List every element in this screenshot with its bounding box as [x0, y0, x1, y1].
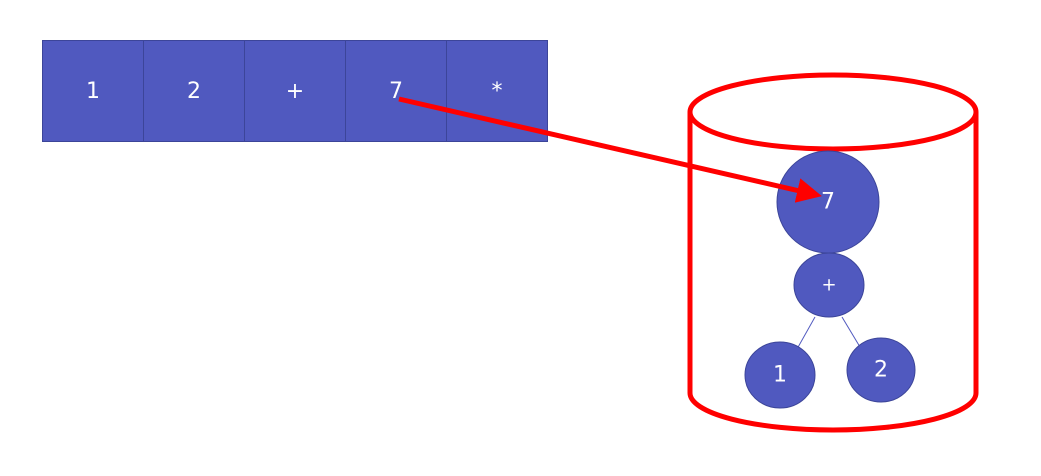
stack-node-top-label: 7 — [821, 190, 835, 215]
tree-edge-left — [796, 316, 816, 350]
stack-node-top: 7 — [776, 150, 880, 254]
tree-node-right-child: 2 — [846, 337, 916, 403]
tree-node-right-child-label: 2 — [874, 358, 888, 383]
tree-node-operator: + — [793, 252, 865, 318]
tree-node-operator-label: + — [821, 275, 836, 296]
stack-container-top — [687, 72, 979, 152]
stack-diagram: 7 + 1 2 — [398, 72, 979, 433]
push-arrow — [398, 96, 822, 203]
tree-node-left-child: 1 — [744, 341, 816, 409]
tree-node-left-child-label: 1 — [773, 363, 787, 388]
tree-edge-right — [841, 316, 861, 348]
